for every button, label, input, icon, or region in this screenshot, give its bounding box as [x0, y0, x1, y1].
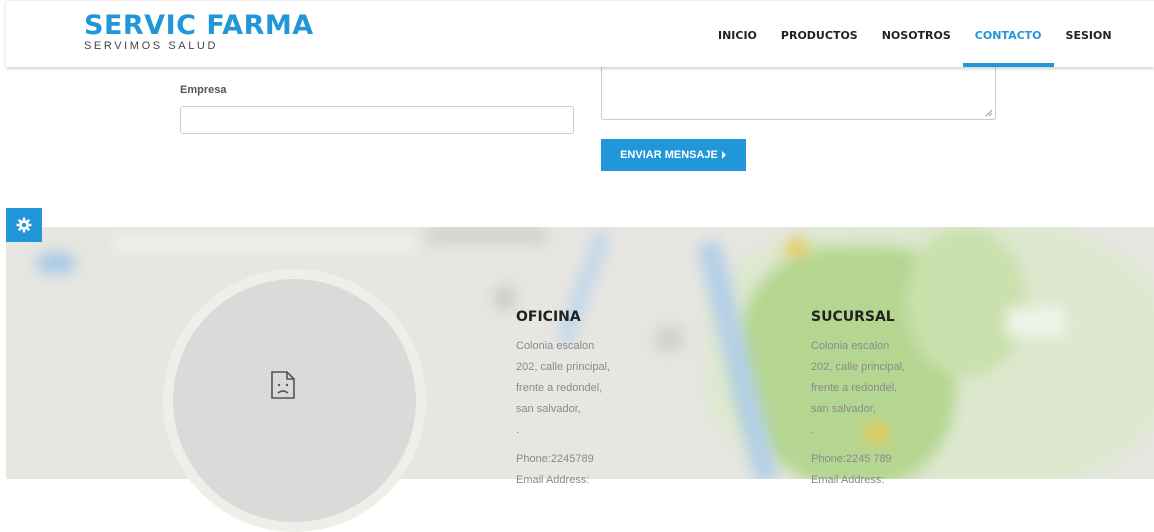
branch-phone: Phone:2245 789: [811, 453, 892, 465]
branch-title: SUCURSAL: [811, 309, 895, 325]
office-photo: [173, 279, 416, 522]
office-title: OFICINA: [516, 309, 581, 325]
office-info: OFICINA Colonia escalon 202, calle princ…: [516, 309, 610, 491]
office-address-line: frente a redondel,: [516, 382, 603, 394]
brand-logo[interactable]: SERVIC FARMA SERVIMOS SALUD: [84, 10, 314, 53]
office-address-line: 202, calle principal,: [516, 361, 611, 373]
send-message-button[interactable]: ENVIAR MENSAJE: [601, 139, 746, 171]
branch-address-line: frente a redondel,: [811, 382, 898, 394]
send-message-label: ENVIAR MENSAJE: [620, 149, 718, 161]
branch-address-line: .: [811, 424, 815, 436]
nav-item-productos[interactable]: PRODUCTOS: [769, 1, 870, 67]
nav-item-inicio[interactable]: INICIO: [706, 1, 769, 67]
message-textarea[interactable]: [601, 62, 996, 120]
office-email-label: Email Address:: [516, 474, 590, 486]
brand-tagline: SERVIMOS SALUD: [84, 40, 219, 52]
main-nav: INICIO PRODUCTOS NOSOTROS CONTACTO SESIO…: [706, 1, 1124, 67]
caret-right-icon: [721, 151, 726, 159]
office-address-line: .: [516, 424, 520, 436]
resize-handle-icon[interactable]: [985, 109, 993, 117]
branch-address-line: Colonia escalon: [811, 340, 890, 352]
branch-address-line: 202, calle principal,: [811, 361, 906, 373]
site-header: SERVIC FARMA SERVIMOS SALUD INICIO PRODU…: [6, 0, 1154, 67]
nav-item-contacto[interactable]: CONTACTO: [962, 1, 1054, 67]
nav-item-nosotros[interactable]: NOSOTROS: [870, 1, 963, 67]
office-phone: Phone:2245789: [516, 453, 594, 465]
settings-button[interactable]: [6, 208, 42, 242]
brand-name: SERVIC FARMA: [84, 10, 314, 41]
empresa-input[interactable]: [180, 106, 574, 134]
office-address-line: san salvador,: [516, 403, 581, 415]
empresa-label: Empresa: [180, 84, 227, 96]
broken-image-icon: [271, 371, 295, 399]
branch-info: SUCURSAL Colonia escalon 202, calle prin…: [811, 309, 905, 491]
gear-icon: [16, 217, 32, 233]
branch-email-label: Email Address:: [811, 474, 885, 486]
office-address-line: Colonia escalon: [516, 340, 595, 352]
nav-item-sesion[interactable]: SESION: [1054, 1, 1124, 67]
branch-address-line: san salvador,: [811, 403, 876, 415]
